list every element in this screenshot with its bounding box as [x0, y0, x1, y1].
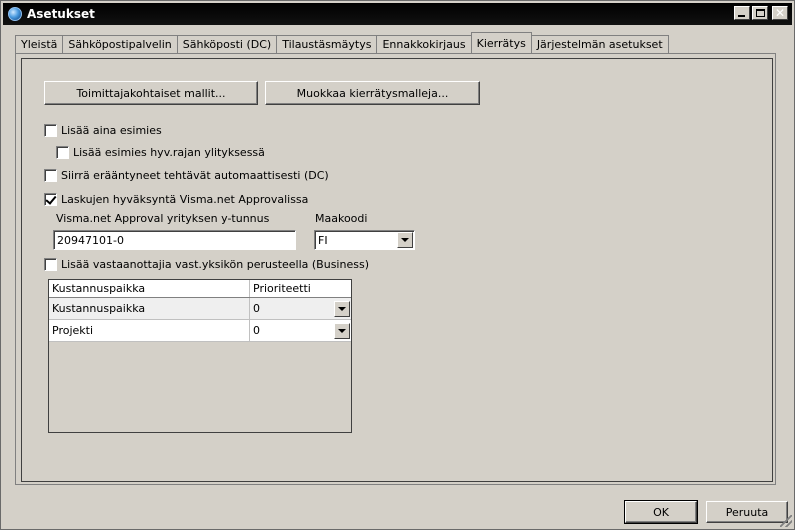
resize-grip-icon[interactable]	[780, 515, 792, 527]
priority-value: 0	[253, 324, 260, 337]
grid-header: Kustannuspaikka Prioriteetti	[49, 280, 351, 298]
minimize-button[interactable]	[734, 6, 750, 20]
settings-window: Asetukset ✕ Yleistä Sähköpostipalvelin S…	[0, 0, 795, 530]
chevron-down-icon[interactable]	[334, 322, 350, 339]
table-row[interactable]: Kustannuspaikka 0	[49, 298, 351, 320]
table-row[interactable]: Projekti 0	[49, 320, 351, 342]
app-globe-icon	[8, 7, 22, 21]
ok-button[interactable]: OK	[624, 500, 698, 524]
window-title: Asetukset	[27, 7, 95, 21]
maximize-icon	[756, 9, 765, 17]
visma-approval-label: Laskujen hyväksyntä Visma.net Approvalis…	[61, 192, 309, 206]
window-controls: ✕	[734, 6, 788, 20]
grid-cell-name: Kustannuspaikka	[49, 298, 250, 319]
business-id-label: Visma.net Approval yrityksen y-tunnus	[56, 212, 270, 225]
always-add-supervisor-checkbox[interactable]	[44, 123, 57, 137]
country-code-value: FI	[318, 233, 328, 247]
tab-strip: Yleistä Sähköpostipalvelin Sähköposti (D…	[15, 32, 669, 53]
grid-cell-priority[interactable]: 0	[250, 320, 351, 341]
priority-grid: Kustannuspaikka Prioriteetti Kustannuspa…	[48, 279, 352, 433]
add-recipients-label: Lisää vastaanottajia vast.yksikön perust…	[61, 257, 369, 271]
tab-sahkopostipalvelin[interactable]: Sähköpostipalvelin	[62, 35, 178, 53]
minimize-icon	[738, 15, 745, 17]
always-add-supervisor-row[interactable]: Lisää aina esimies	[44, 122, 162, 138]
tab-jarjestelman-asetukset[interactable]: Järjestelmän asetukset	[530, 35, 669, 53]
add-recipients-row[interactable]: Lisää vastaanottajia vast.yksikön perust…	[44, 256, 369, 272]
tab-panel: Toimittajakohtaiset mallit... Muokkaa ki…	[15, 53, 776, 485]
move-expired-tasks-row[interactable]: Siirrä erääntyneet tehtävät automaattise…	[44, 167, 329, 183]
chevron-down-icon[interactable]	[334, 300, 350, 317]
grid-cell-name: Projekti	[49, 320, 250, 341]
add-supervisor-limit-checkbox[interactable]	[56, 145, 69, 159]
kierratys-panel: Toimittajakohtaiset mallit... Muokkaa ki…	[21, 58, 773, 482]
move-expired-tasks-label: Siirrä erääntyneet tehtävät automaattise…	[61, 168, 329, 182]
title-bar[interactable]: Asetukset ✕	[3, 3, 792, 25]
business-id-input[interactable]	[53, 230, 296, 250]
edit-templates-button[interactable]: Muokkaa kierrätysmalleja...	[265, 81, 480, 105]
tab-sahkoposti-dc[interactable]: Sähköposti (DC)	[176, 35, 278, 53]
tab-tilaustasmaytys[interactable]: Tilaustäsmäytys	[276, 35, 378, 53]
grid-header-priority[interactable]: Prioriteetti	[250, 280, 351, 297]
country-code-label: Maakoodi	[315, 212, 368, 225]
maximize-button[interactable]	[752, 6, 768, 20]
visma-approval-row[interactable]: Laskujen hyväksyntä Visma.net Approvalis…	[44, 191, 308, 207]
grid-cell-priority[interactable]: 0	[250, 298, 351, 319]
add-supervisor-limit-label: Lisää esimies hyv.rajan ylityksessä	[73, 145, 265, 159]
move-expired-tasks-checkbox[interactable]	[44, 168, 57, 182]
tab-ennakkokirjaus[interactable]: Ennakkokirjaus	[376, 35, 472, 53]
close-button[interactable]: ✕	[772, 6, 788, 20]
tab-kierratys[interactable]: Kierrätys	[470, 32, 532, 53]
grid-header-name[interactable]: Kustannuspaikka	[49, 280, 250, 297]
supplier-templates-button[interactable]: Toimittajakohtaiset mallit...	[44, 81, 258, 105]
country-code-select[interactable]: FI	[314, 230, 415, 250]
close-icon: ✕	[774, 6, 786, 20]
add-recipients-checkbox[interactable]	[44, 257, 57, 271]
always-add-supervisor-label: Lisää aina esimies	[61, 123, 162, 137]
cancel-button[interactable]: Peruuta	[706, 501, 788, 523]
priority-value: 0	[253, 302, 260, 315]
tab-yleista[interactable]: Yleistä	[15, 35, 64, 53]
chevron-down-icon[interactable]	[397, 232, 413, 248]
add-supervisor-limit-row[interactable]: Lisää esimies hyv.rajan ylityksessä	[56, 144, 265, 160]
visma-approval-checkbox[interactable]	[44, 192, 57, 206]
